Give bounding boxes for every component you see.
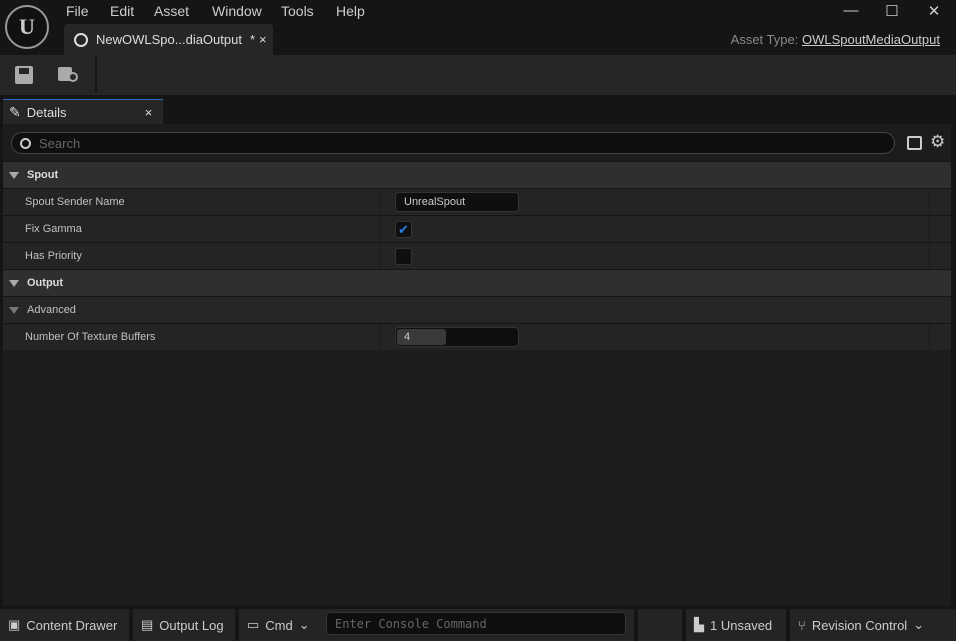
asset-type-label: Asset Type: — [730, 32, 799, 47]
chevron-down-icon: ⌄ — [298, 617, 310, 632]
unreal-logo-icon[interactable]: U — [5, 5, 49, 49]
expand-arrow-icon — [9, 171, 19, 179]
browse-to-asset-icon[interactable] — [58, 67, 80, 84]
texture-buffers-slider[interactable]: 4 — [395, 327, 519, 347]
label: Revision Control — [811, 617, 908, 633]
tab-label: NewOWLSpo...diaOutput — [96, 32, 242, 47]
table-view-icon[interactable] — [907, 136, 922, 150]
property-row-spout-sender-name: Spout Sender Name UnrealSpout — [3, 188, 951, 215]
label: Cmd — [265, 617, 293, 633]
spout-sender-name-input[interactable]: UnrealSpout — [395, 192, 519, 212]
property-row-number-of-texture-buffers: Number Of Texture Buffers 4 — [3, 323, 951, 350]
category-spout[interactable]: Spout — [3, 161, 951, 188]
toolbar-divider — [95, 57, 97, 93]
terminal-icon: ▭ — [247, 617, 260, 632]
asset-type: Asset Type: OWLSpoutMediaOutput — [731, 32, 940, 47]
category-advanced[interactable]: Advanced — [3, 296, 951, 323]
menu-file[interactable]: File — [66, 3, 89, 19]
toolbar — [0, 55, 956, 95]
maximize-button[interactable]: ☐ — [882, 2, 902, 20]
asset-editor-tab[interactable]: NewOWLSpo...diaOutput * × — [64, 24, 273, 55]
property-label: Fix Gamma — [3, 216, 381, 242]
category-output[interactable]: Output — [3, 269, 951, 296]
content-drawer-button[interactable]: ▣ Content Drawer — [0, 609, 129, 641]
asset-icon — [74, 32, 88, 47]
chevron-down-icon: ⌄ — [913, 617, 925, 632]
menu-window[interactable]: Window — [212, 3, 262, 19]
output-log-button[interactable]: ▤ Output Log — [133, 609, 235, 641]
property-label: Number Of Texture Buffers — [3, 324, 381, 350]
console-input[interactable]: Enter Console Command — [326, 612, 626, 635]
close-tab-icon[interactable]: × — [259, 32, 267, 47]
search-placeholder: Search — [39, 135, 81, 151]
label: 1 Unsaved — [710, 617, 773, 633]
content-drawer-icon: ▣ — [8, 617, 21, 632]
slider-value: 4 — [404, 331, 411, 343]
search-icon — [20, 137, 31, 149]
settings-gear-icon[interactable]: ⚙ — [930, 132, 945, 152]
menu-tools[interactable]: Tools — [281, 3, 314, 19]
expand-arrow-icon — [9, 279, 19, 287]
label: Content Drawer — [26, 617, 118, 633]
property-row-fix-gamma: Fix Gamma ✔ — [3, 215, 951, 242]
close-window-button[interactable]: ✕ — [924, 2, 944, 20]
minimize-button[interactable]: — — [841, 2, 861, 19]
fix-gamma-checkbox[interactable]: ✔ — [395, 220, 412, 238]
category-label: Advanced — [27, 304, 76, 316]
property-label: Spout Sender Name — [3, 189, 381, 215]
details-tab[interactable]: ✎ Details × — [3, 99, 163, 124]
category-label: Output — [27, 277, 64, 289]
modified-indicator: * — [249, 32, 256, 47]
pencil-icon: ✎ — [9, 103, 21, 120]
details-tab-label: Details — [26, 104, 67, 120]
menu-edit[interactable]: Edit — [110, 3, 134, 19]
label: Output Log — [159, 617, 224, 633]
search-input[interactable]: Search — [11, 132, 895, 154]
save-icon[interactable] — [15, 66, 33, 84]
close-details-icon[interactable]: × — [145, 105, 153, 120]
has-priority-checkbox[interactable] — [395, 247, 412, 265]
menu-help[interactable]: Help — [336, 3, 365, 19]
unsaved-file-icon: ▙ — [694, 617, 704, 632]
expand-arrow-icon — [9, 306, 19, 314]
status-spacer — [638, 609, 682, 641]
property-row-has-priority: Has Priority — [3, 242, 951, 269]
branch-icon: ⑂ — [798, 617, 806, 633]
menu-asset[interactable]: Asset — [154, 3, 189, 19]
category-label: Spout — [27, 169, 59, 181]
asset-type-link[interactable]: OWLSpoutMediaOutput — [802, 32, 940, 47]
property-label: Has Priority — [3, 243, 381, 269]
unsaved-button[interactable]: ▙ 1 Unsaved — [686, 609, 786, 641]
revision-control-button[interactable]: ⑂ Revision Control ⌄ — [790, 609, 956, 641]
output-log-icon: ▤ — [141, 617, 154, 632]
